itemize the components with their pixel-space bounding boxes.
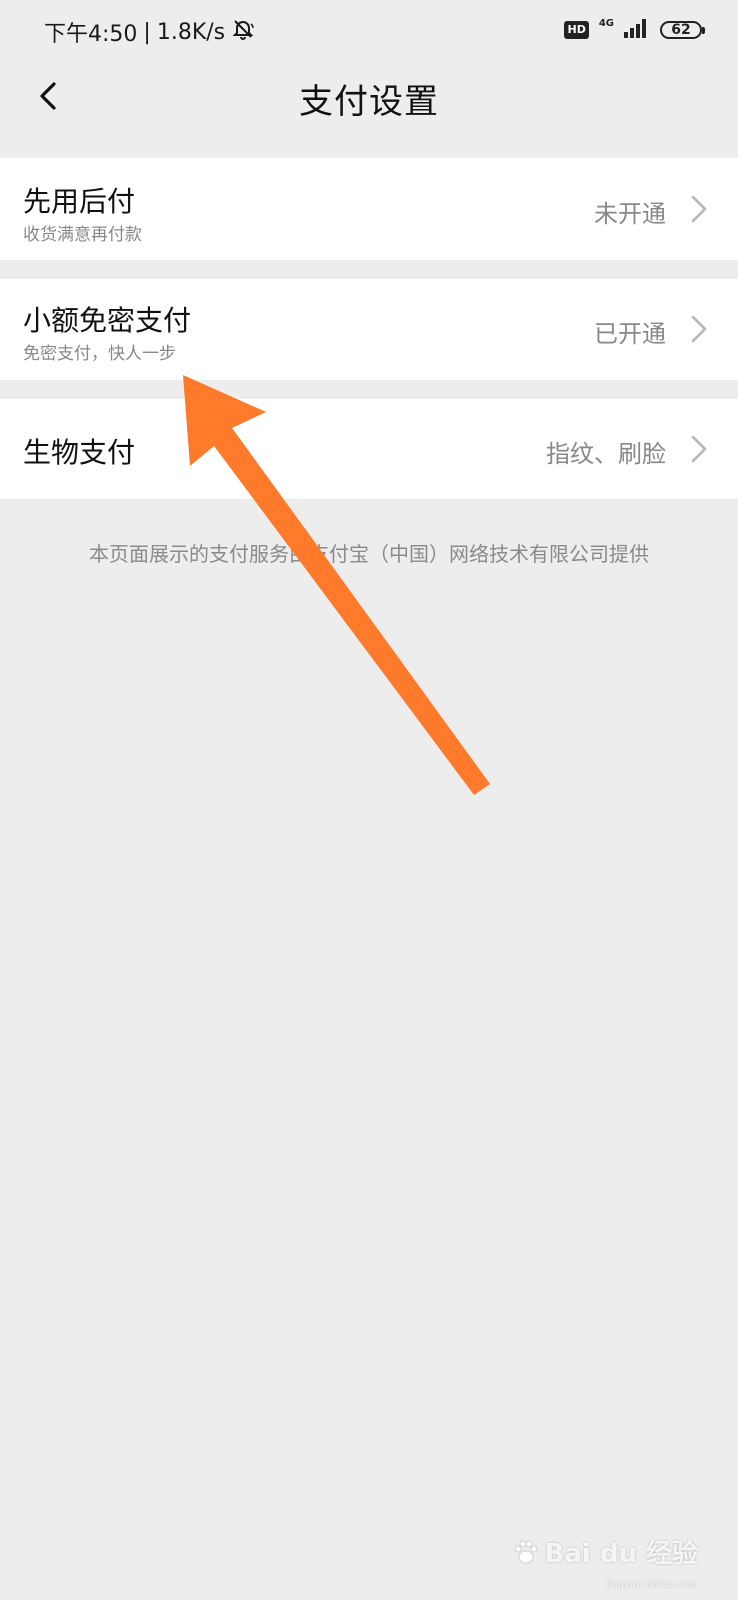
status-time: 下午4:50 — [44, 22, 138, 47]
watermark-logo: Bai du 经验 — [513, 1533, 699, 1570]
status-separator: | — [143, 19, 151, 45]
battery-level: 62 — [671, 22, 691, 38]
row-password-free-payment[interactable]: 小额免密支付 免密支付，快人一步 已开通 — [0, 279, 738, 380]
row-biometric-payment[interactable]: 生物支付 指纹、刷脸 — [0, 399, 738, 499]
chevron-right-icon — [691, 315, 707, 343]
row-title: 小额免密支付 — [23, 304, 192, 337]
network-type: 4G — [598, 17, 614, 29]
signal-icon — [624, 18, 650, 42]
chevron-right-icon — [691, 195, 707, 223]
row-subtitle: 收货满意再付款 — [23, 225, 142, 245]
row-status: 指纹、刷脸 — [546, 440, 666, 468]
paw-icon — [514, 1540, 537, 1563]
bell-muted-icon — [231, 17, 255, 47]
row-title: 生物支付 — [23, 436, 136, 469]
watermark-url: jingyan.baidu.com — [605, 1579, 698, 1590]
row-status: 未开通 — [594, 200, 666, 228]
nav-bar: 支付设置 — [0, 64, 738, 128]
network-speed: 1.8K/s — [156, 19, 226, 45]
hd-badge: HD — [564, 21, 589, 39]
row-subtitle: 免密支付，快人一步 — [23, 344, 176, 364]
status-bar: 下午4:50 | 1.8K/s HD 4G 62 — [0, 0, 738, 64]
battery-icon: 62 — [660, 21, 705, 39]
footer-note: 本页面展示的支付服务由支付宝（中国）网络技术有限公司提供 — [89, 542, 649, 566]
chevron-right-icon — [691, 435, 707, 463]
watermark-brand: Bai du 经验 — [544, 1539, 699, 1569]
status-left: 下午4:50 | 1.8K/s — [44, 16, 255, 48]
status-right: HD 4G 62 — [564, 17, 705, 42]
row-title: 先用后付 — [23, 185, 136, 218]
row-pay-later[interactable]: 先用后付 收货满意再付款 未开通 — [0, 158, 738, 260]
page-title: 支付设置 — [299, 82, 439, 122]
row-status: 已开通 — [594, 320, 666, 348]
